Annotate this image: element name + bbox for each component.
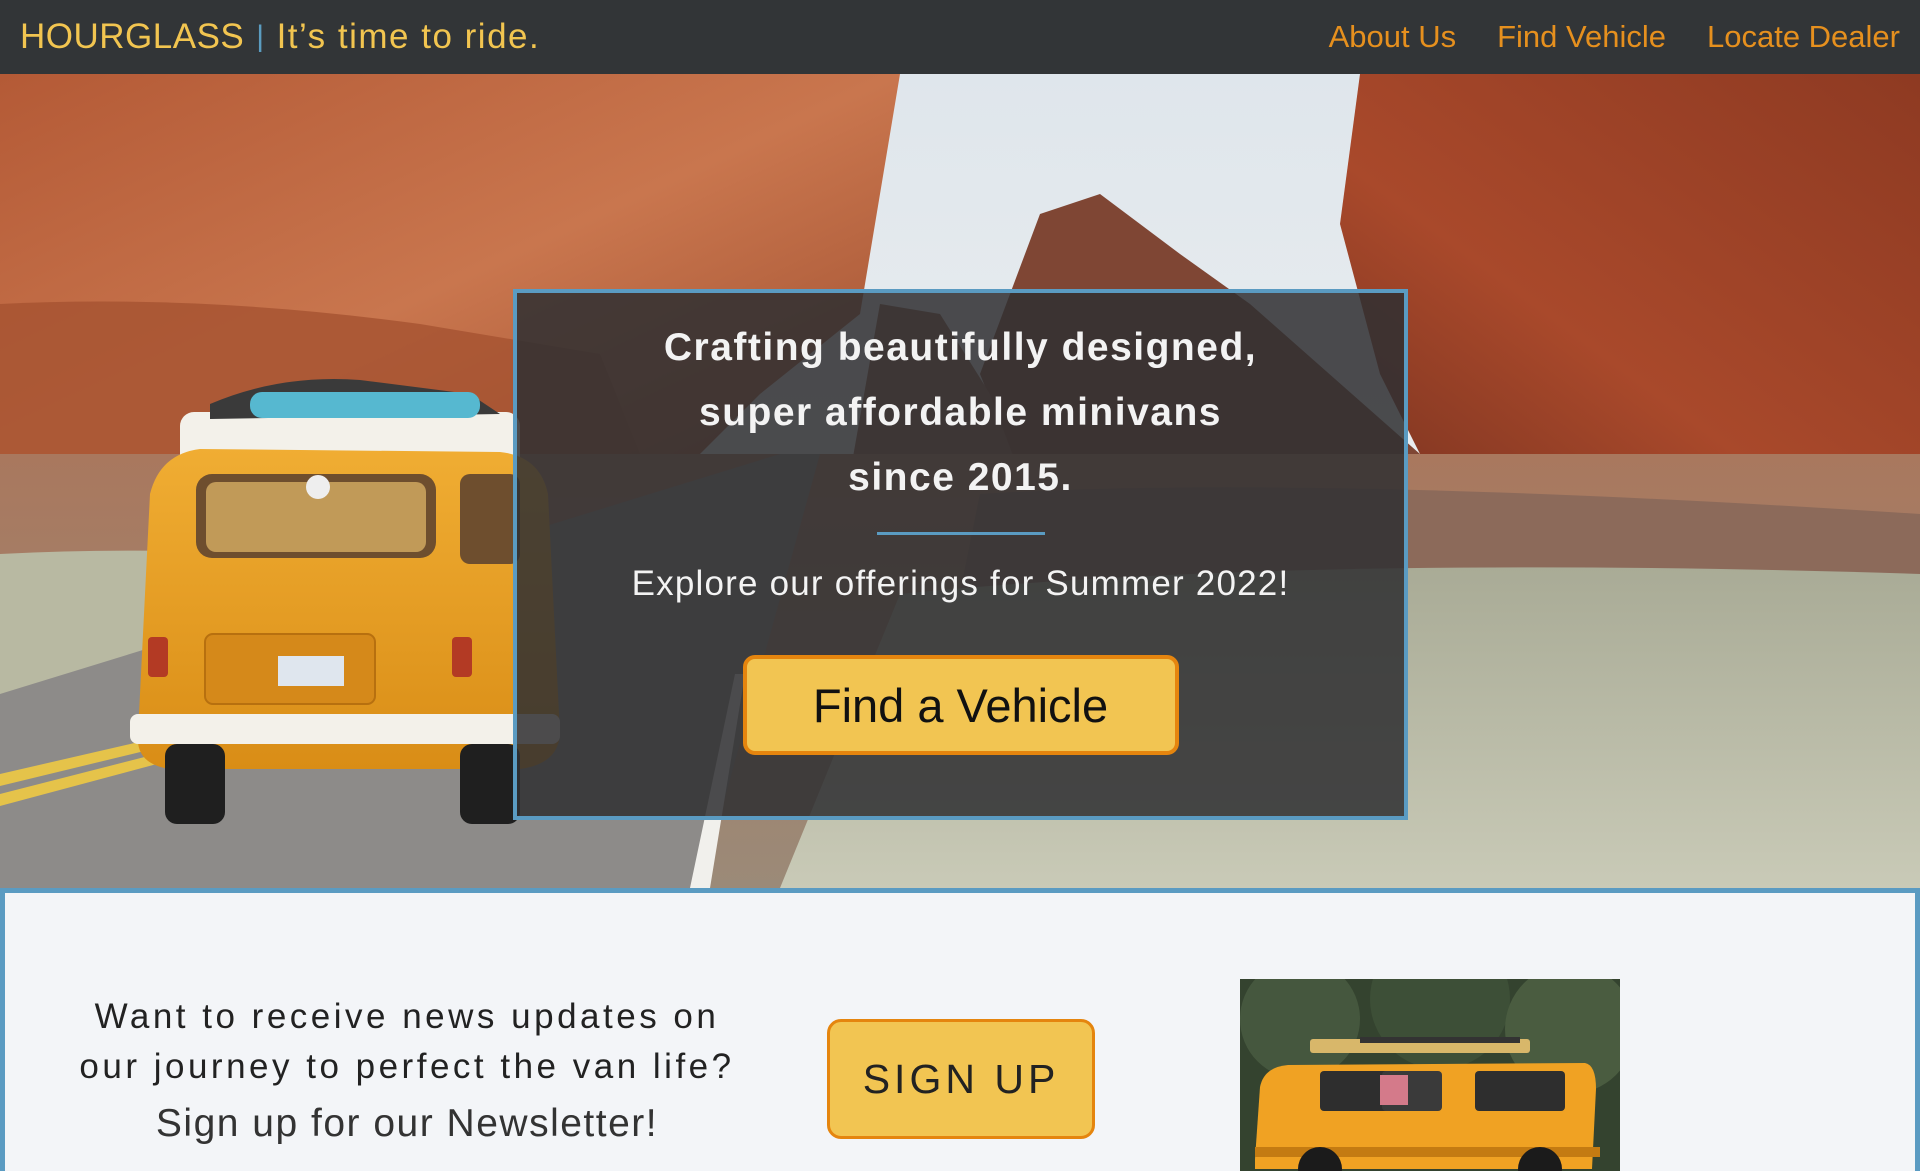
nav-link-locate-dealer[interactable]: Locate Dealer bbox=[1707, 19, 1900, 55]
newsletter-text: Want to receive news updates on our jour… bbox=[67, 992, 747, 1146]
top-nav: HOURGLASS | It’s time to ride. About Us … bbox=[0, 0, 1920, 74]
brand[interactable]: HOURGLASS | It’s time to ride. bbox=[20, 17, 540, 57]
hero-headline: Crafting beautifully designed, super aff… bbox=[663, 326, 1258, 499]
brand-tagline: It’s time to ride. bbox=[276, 17, 541, 56]
hero-divider bbox=[876, 532, 1045, 535]
nav-link-find-vehicle[interactable]: Find Vehicle bbox=[1497, 19, 1666, 55]
hero-card: Crafting beautifully designed, super aff… bbox=[513, 289, 1408, 820]
hero-section: Crafting beautifully designed, super aff… bbox=[0, 74, 1920, 888]
sign-up-button[interactable]: SIGN UP bbox=[827, 1019, 1095, 1139]
newsletter-cta-text: Sign up for our Newsletter! bbox=[155, 1102, 659, 1145]
brand-name: HOURGLASS bbox=[20, 17, 245, 56]
brand-separator: | bbox=[256, 20, 265, 53]
van-photo bbox=[1240, 979, 1620, 1171]
nav-link-about-us[interactable]: About Us bbox=[1329, 19, 1457, 55]
newsletter-section: Want to receive news updates on our jour… bbox=[0, 888, 1920, 1171]
find-a-vehicle-button[interactable]: Find a Vehicle bbox=[742, 655, 1179, 755]
newsletter-question: Want to receive news updates on our jour… bbox=[79, 997, 735, 1086]
van-thumbnail-image bbox=[1240, 979, 1620, 1171]
hero-subtext: Explore our offerings for Summer 2022! bbox=[631, 564, 1290, 603]
nav-links: About Us Find Vehicle Locate Dealer bbox=[1329, 19, 1900, 55]
